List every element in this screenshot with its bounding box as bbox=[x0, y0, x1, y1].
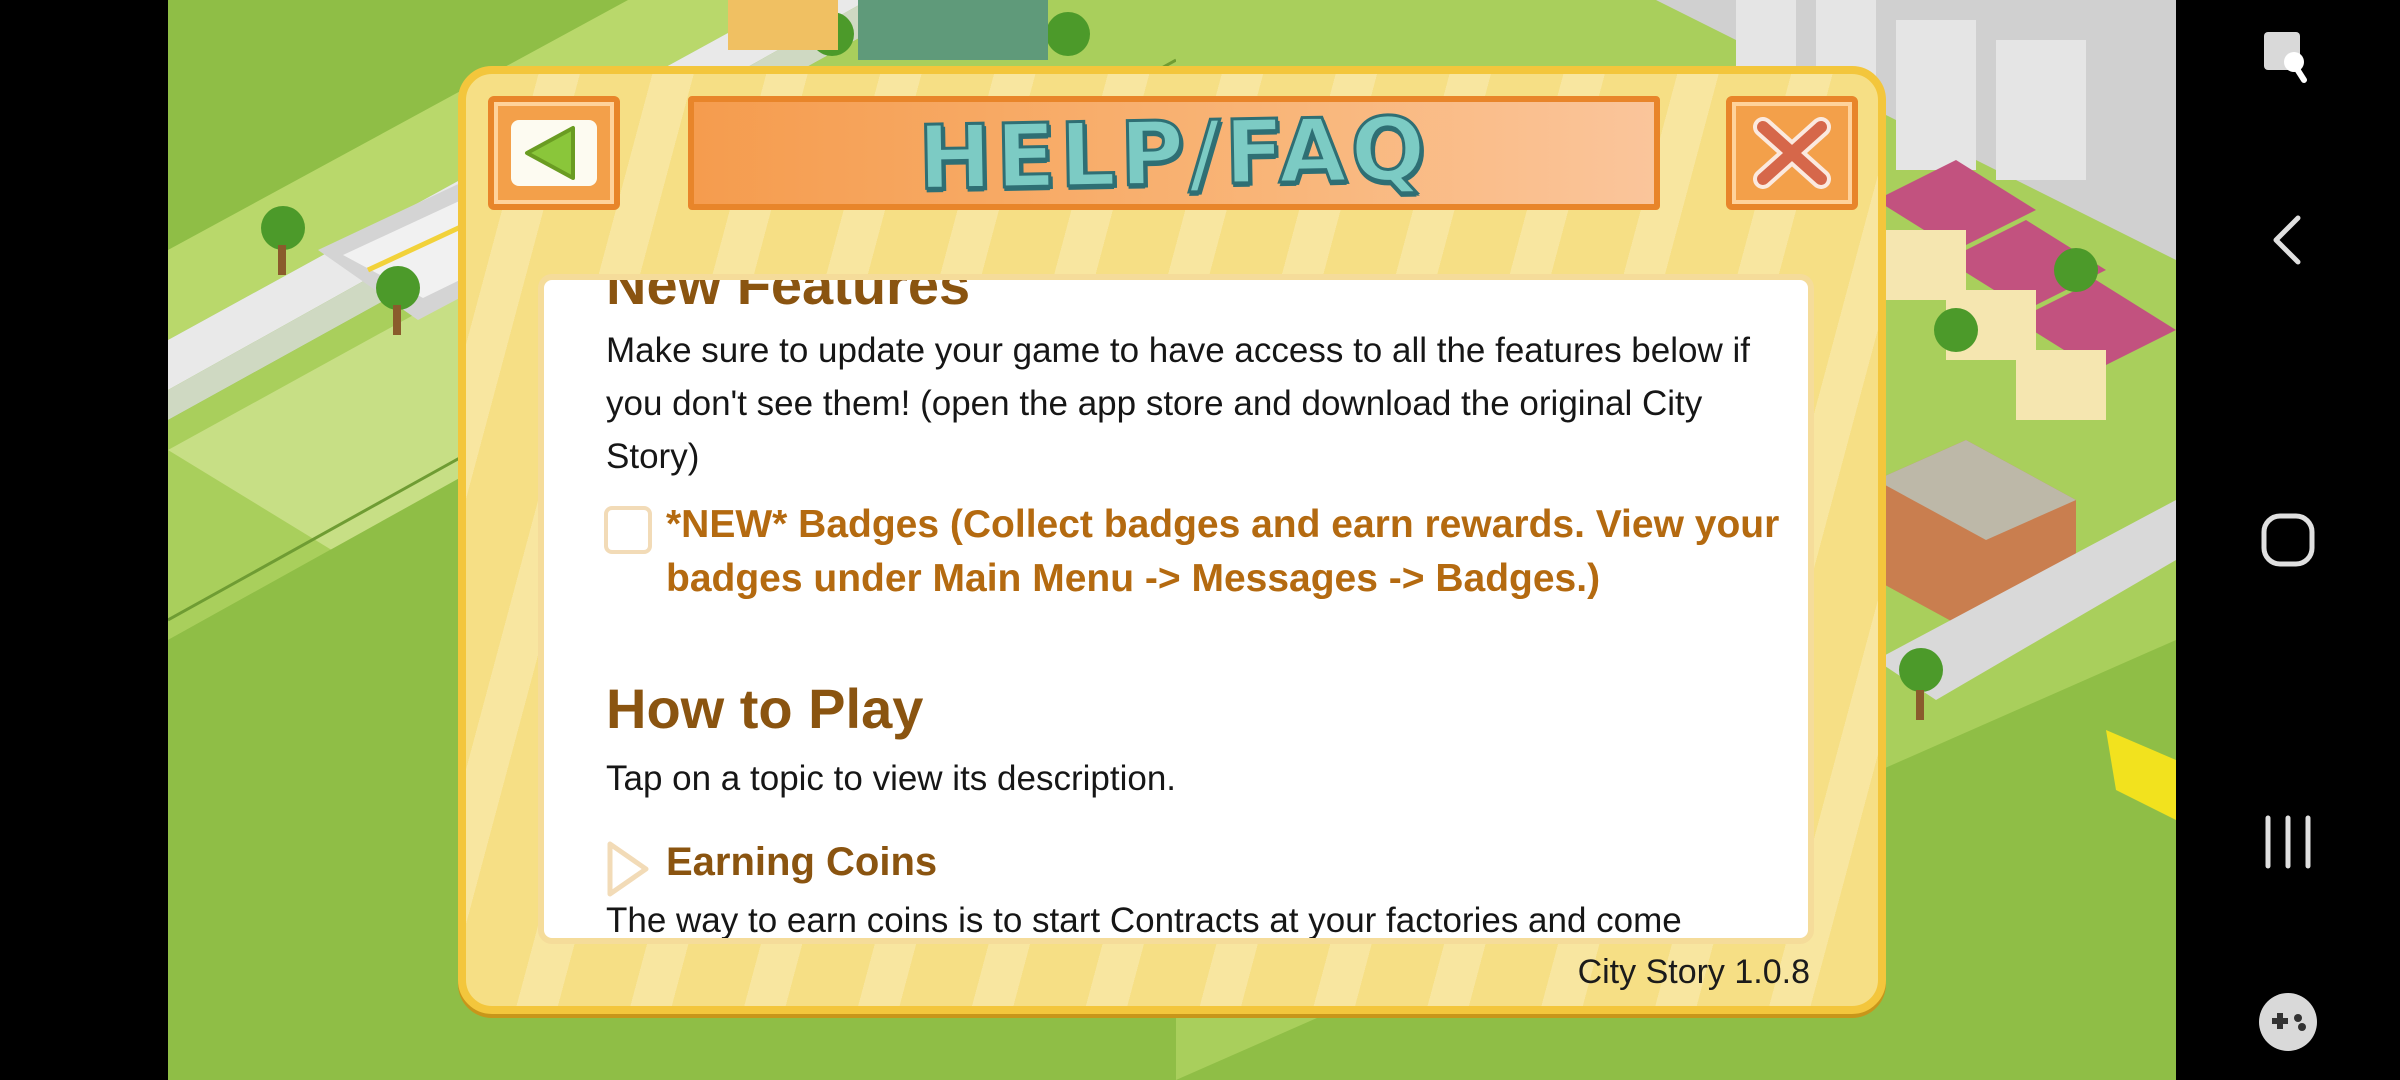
faq-content-scroll[interactable]: New Features Make sure to update your ga… bbox=[538, 274, 1814, 944]
how-to-play-subtitle: Tap on a topic to view its description. bbox=[606, 759, 1177, 798]
version-label: City Story 1.0.8 bbox=[1577, 953, 1810, 991]
accessibility-icon[interactable] bbox=[2176, 28, 2400, 88]
close-button[interactable] bbox=[1726, 96, 1858, 210]
system-nav-bar bbox=[2176, 0, 2400, 1080]
how-to-play-heading: How to Play bbox=[606, 677, 924, 740]
game-tools-icon[interactable] bbox=[2176, 990, 2400, 1054]
recents-icon[interactable] bbox=[2176, 812, 2400, 872]
topic-earning-coins-text: The way to earn coins is to start Contra… bbox=[606, 901, 1682, 940]
back-icon[interactable] bbox=[2176, 210, 2400, 270]
dialog-title: HELP/FAQ bbox=[916, 96, 1432, 211]
close-x-icon bbox=[1753, 117, 1831, 189]
intro-text: Make sure to update your game to have ac… bbox=[606, 331, 1750, 476]
back-button[interactable] bbox=[488, 96, 620, 210]
home-icon[interactable] bbox=[2176, 510, 2400, 570]
feature-item-badges[interactable]: *NEW* Badges (Collect badges and earn re… bbox=[666, 498, 1786, 606]
title-banner: HELP/FAQ bbox=[688, 96, 1660, 210]
topic-expand-chevron-icon[interactable] bbox=[604, 840, 652, 898]
feature-checkbox[interactable] bbox=[604, 506, 652, 554]
help-faq-dialog: HELP/FAQ New Features Make sure to updat… bbox=[458, 66, 1886, 1014]
topic-earning-coins[interactable]: Earning Coins bbox=[666, 840, 937, 885]
section-heading-new-features: New Features bbox=[606, 274, 971, 316]
back-arrow-icon bbox=[511, 120, 597, 186]
